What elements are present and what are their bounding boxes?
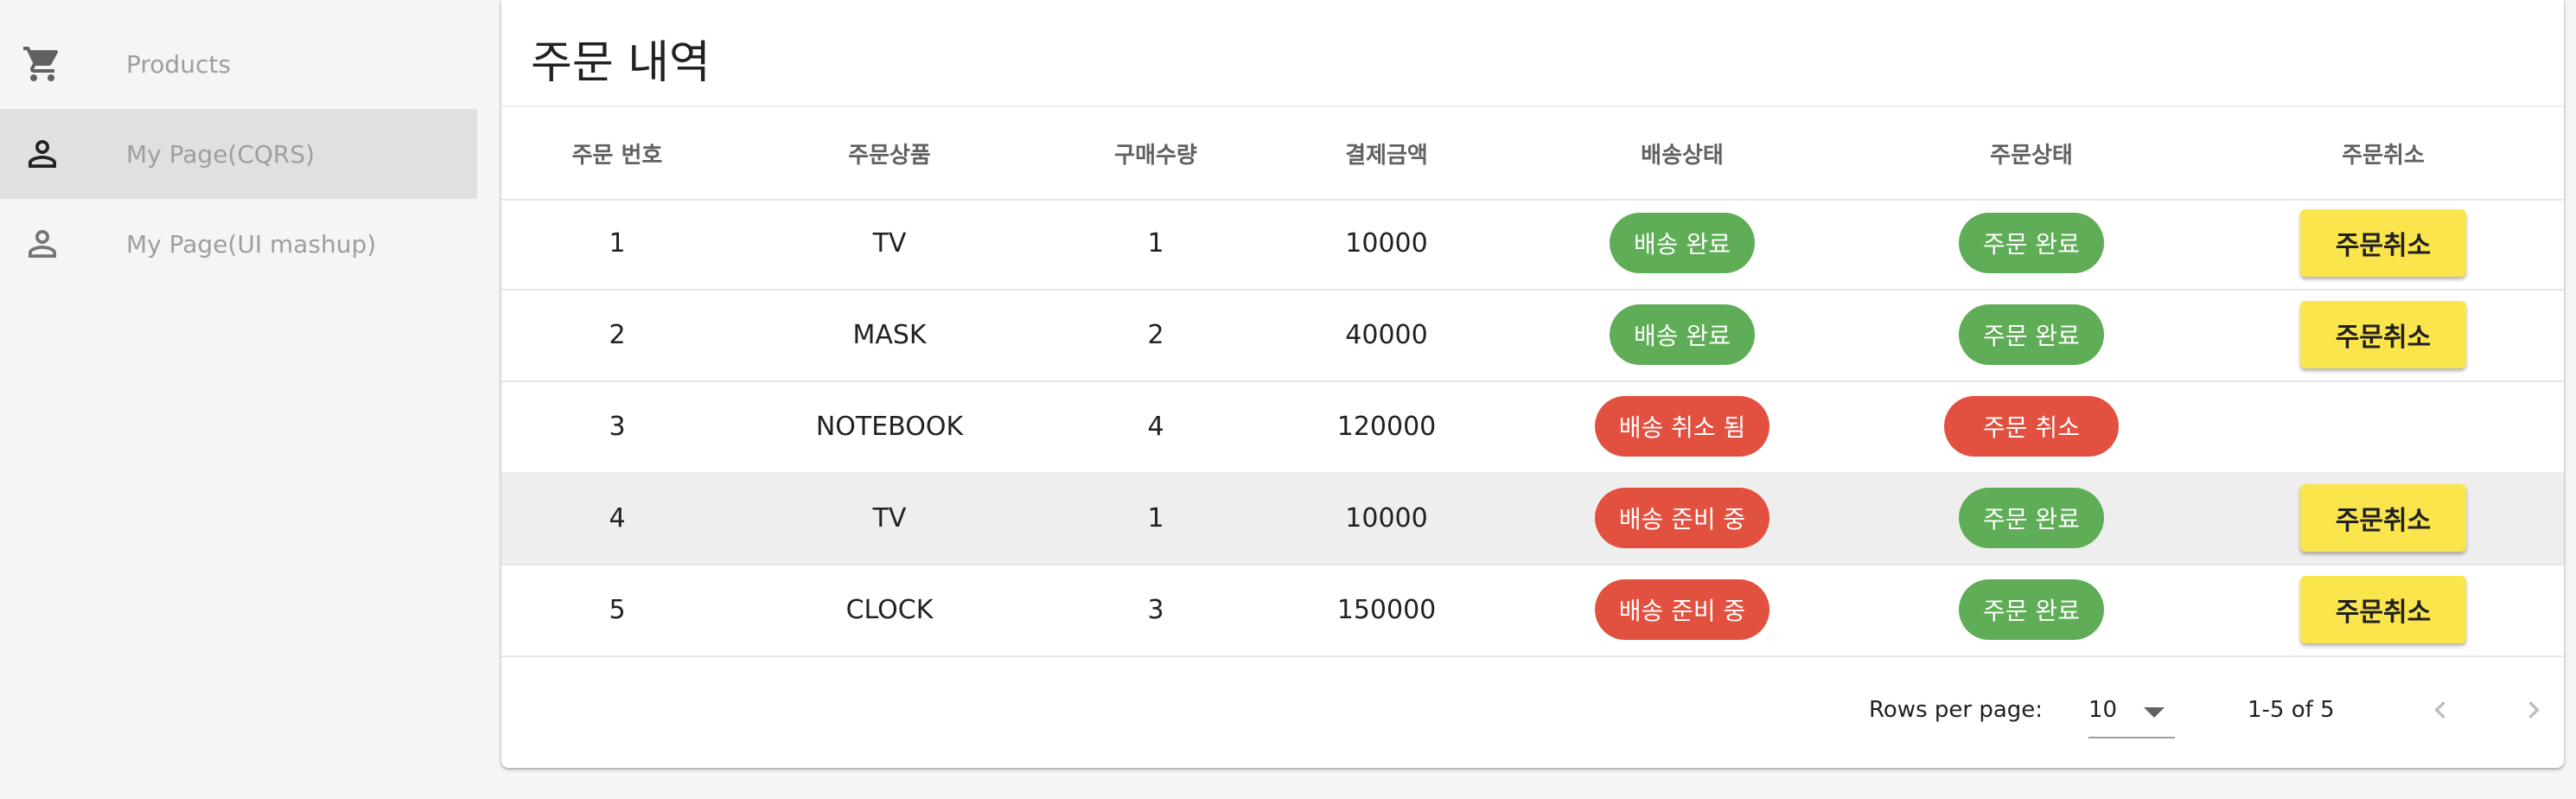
order-amount: 150000 [1336, 594, 1437, 625]
column-header-cancel: 주문취소 [2342, 142, 2425, 169]
order-status-cell: 주문 완료 [1857, 197, 2206, 289]
sidebar-item-my-page-cqrs[interactable]: My Page(CQRS) [0, 109, 477, 199]
delivery-status-badge: 배송 완료 [1610, 213, 1755, 273]
order-no: 4 [609, 502, 626, 534]
chevron-right-icon [2528, 701, 2540, 719]
order-product: TV [872, 227, 907, 259]
order-quantity: 1 [1147, 502, 1164, 534]
orders-card: 주문 내역 주문 번호 주문상품 구매수량 결제금액 배송상태 주문상태 주문취… [501, 0, 2564, 768]
page-title: 주문 내역 [531, 37, 711, 89]
column-header-delivery-status: 배송상태 [1641, 142, 1724, 169]
cancel-cell: 주문취소 [2206, 564, 2560, 655]
order-status-badge: 주문 취소 [1944, 396, 2119, 457]
delivery-status-cell: 배송 준비 중 [1508, 472, 1857, 564]
cancel-cell [2206, 380, 2560, 472]
delivery-status-cell: 배송 준비 중 [1508, 564, 1857, 655]
order-product: TV [872, 502, 907, 534]
delivery-status-badge: 배송 준비 중 [1594, 488, 1770, 548]
order-product: MASK [852, 319, 927, 350]
delivery-status-badge: 배송 완료 [1610, 304, 1755, 365]
order-product: CLOCK [845, 594, 934, 625]
sidebar-item-label: My Page(UI mashup) [126, 229, 377, 259]
rows-per-page-select[interactable]: 10 [2088, 687, 2175, 738]
order-no: 2 [609, 319, 626, 350]
chevron-down-icon [2142, 706, 2166, 723]
order-no: 1 [609, 227, 626, 259]
next-page-button[interactable] [2512, 688, 2555, 732]
order-status-cell: 주문 완료 [1857, 564, 2206, 655]
order-amount: 120000 [1336, 411, 1437, 442]
sidebar-item-label: My Page(CQRS) [126, 139, 316, 169]
order-status-badge: 주문 완료 [1959, 304, 2104, 365]
person-icon [21, 132, 64, 176]
column-header-order-no: 주문 번호 [571, 142, 663, 169]
order-status-cell: 주문 완료 [1857, 472, 2206, 564]
delivery-status-cell: 배송 완료 [1508, 289, 1857, 380]
order-status-cell: 주문 취소 [1857, 380, 2206, 472]
order-quantity: 2 [1147, 319, 1164, 350]
order-quantity: 3 [1147, 594, 1164, 625]
sidebar-item-products[interactable]: Products [0, 19, 477, 109]
cancel-cell: 주문취소 [2206, 197, 2560, 289]
table-header: 주문 번호 주문상품 구매수량 결제금액 배송상태 주문상태 주문취소 [501, 105, 2564, 201]
rows-per-page-label: Rows per page: [1869, 697, 2044, 723]
cancel-order-button[interactable]: 주문취소 [2300, 209, 2466, 277]
table-row: 5 CLOCK 3 150000 배송 준비 중 주문 완료 주문취소 [501, 564, 2564, 657]
order-amount: 10000 [1345, 227, 1428, 259]
table-row: 3 NOTEBOOK 4 120000 배송 취소 됨 주문 취소 [501, 380, 2564, 474]
delivery-status-badge: 배송 취소 됨 [1594, 396, 1770, 457]
order-status-cell: 주문 완료 [1857, 289, 2206, 380]
cart-icon [21, 42, 64, 86]
cancel-cell: 주문취소 [2206, 472, 2560, 564]
sidebar: Products My Page(CQRS) My Page(UI mashup… [0, 0, 477, 799]
cancel-order-button[interactable]: 주문취소 [2300, 301, 2466, 368]
order-quantity: 4 [1147, 411, 1164, 442]
order-product: NOTEBOOK [815, 411, 964, 442]
column-header-order-status: 주문상태 [1990, 142, 2073, 169]
pagination-range: 1-5 of 5 [2248, 697, 2335, 723]
rows-per-page-value: 10 [2088, 697, 2118, 723]
table-pagination: Rows per page: 10 1-5 of 5 [501, 666, 2564, 759]
order-no: 5 [609, 594, 626, 625]
delivery-status-badge: 배송 준비 중 [1594, 579, 1770, 640]
column-header-amount: 결제금액 [1345, 142, 1428, 169]
order-status-badge: 주문 완료 [1959, 579, 2104, 640]
column-header-quantity: 구매수량 [1114, 142, 1197, 169]
table-row: 4 TV 1 10000 배송 준비 중 주문 완료 주문취소 [501, 472, 2564, 566]
cancel-order-button[interactable]: 주문취소 [2300, 484, 2466, 552]
column-header-product: 주문상품 [848, 142, 931, 169]
sidebar-item-label: Products [126, 49, 231, 79]
delivery-status-cell: 배송 완료 [1508, 197, 1857, 289]
table-row: 1 TV 1 10000 배송 완료 주문 완료 주문취소 [501, 197, 2564, 291]
order-amount: 40000 [1345, 319, 1428, 350]
previous-page-button[interactable] [2419, 688, 2462, 732]
sidebar-item-my-page-ui-mashup[interactable]: My Page(UI mashup) [0, 199, 477, 289]
delivery-status-cell: 배송 취소 됨 [1508, 380, 1857, 472]
person-icon [21, 222, 64, 265]
table-row: 2 MASK 2 40000 배송 완료 주문 완료 주문취소 [501, 289, 2564, 382]
order-status-badge: 주문 완료 [1959, 213, 2104, 273]
cancel-cell: 주문취소 [2206, 289, 2560, 380]
order-quantity: 1 [1147, 227, 1164, 259]
order-status-badge: 주문 완료 [1959, 488, 2104, 548]
cancel-order-button[interactable]: 주문취소 [2300, 576, 2466, 643]
order-amount: 10000 [1345, 502, 1428, 534]
chevron-left-icon [2434, 701, 2445, 719]
order-no: 3 [609, 411, 626, 442]
